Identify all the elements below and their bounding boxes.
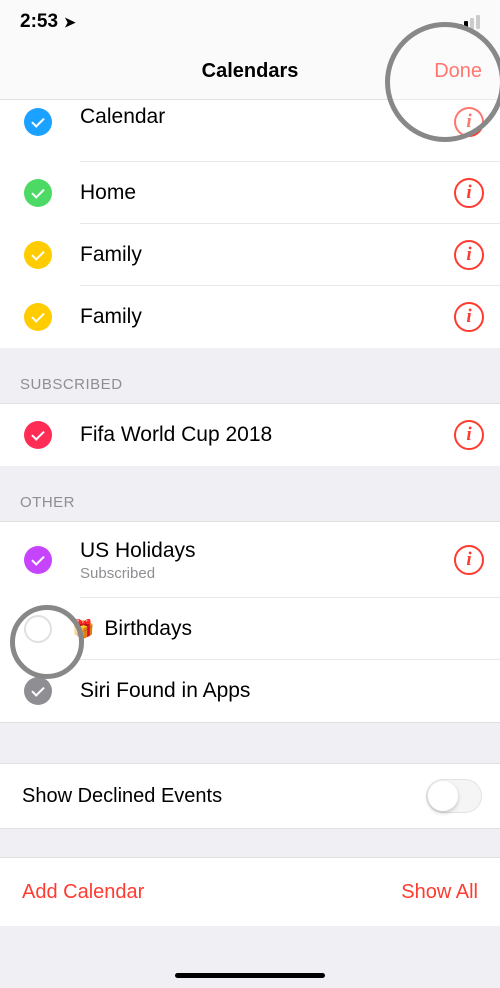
- nav-header: Calendars Done: [0, 44, 500, 100]
- spacer: [0, 722, 500, 764]
- info-icon[interactable]: i: [454, 302, 484, 332]
- calendar-label: Family: [80, 305, 454, 329]
- check-icon[interactable]: [24, 677, 52, 705]
- page-title: Calendars: [202, 60, 299, 83]
- info-icon[interactable]: i: [454, 420, 484, 450]
- spacer: [0, 828, 500, 858]
- footer-toolbar: Add Calendar Show All: [0, 858, 500, 926]
- calendar-row-family[interactable]: Family i: [0, 224, 500, 286]
- check-icon[interactable]: [24, 546, 52, 574]
- info-icon[interactable]: i: [454, 107, 484, 137]
- check-icon[interactable]: [24, 303, 52, 331]
- signal-icon: [458, 15, 480, 29]
- calendar-label: Family: [80, 243, 454, 267]
- toggle-declined[interactable]: [426, 779, 482, 813]
- section-header-subscribed: SUBSCRIBED: [0, 348, 500, 404]
- home-indicator[interactable]: [175, 973, 325, 978]
- calendar-sublabel: Subscribed: [80, 565, 454, 582]
- info-icon[interactable]: i: [454, 545, 484, 575]
- calendar-label: Birthdays: [104, 617, 484, 641]
- calendar-row-siri[interactable]: Siri Found in Apps: [0, 660, 500, 722]
- info-icon[interactable]: i: [454, 178, 484, 208]
- calendar-label: Calendar: [80, 105, 454, 129]
- calendar-label: Siri Found in Apps: [80, 679, 484, 703]
- add-calendar-button[interactable]: Add Calendar: [22, 881, 144, 904]
- done-button[interactable]: Done: [434, 60, 482, 83]
- calendar-row-birthdays[interactable]: 🎁 Birthdays: [0, 598, 500, 660]
- calendar-row-fifa[interactable]: Fifa World Cup 2018 i: [0, 404, 500, 466]
- section-header-other: OTHER: [0, 466, 500, 522]
- check-icon[interactable]: [24, 108, 52, 136]
- calendar-row-us-holidays[interactable]: US Holidays Subscribed i: [0, 522, 500, 598]
- info-icon[interactable]: i: [454, 240, 484, 270]
- show-declined-row[interactable]: Show Declined Events: [0, 764, 500, 828]
- gift-icon: 🎁: [72, 619, 94, 640]
- calendar-row-partial[interactable]: Calendar i: [0, 100, 500, 162]
- status-time: 2:53: [20, 11, 58, 33]
- calendar-label: Home: [80, 181, 454, 205]
- calendar-label: Fifa World Cup 2018: [80, 423, 454, 447]
- status-bar: 2:53 ➤: [0, 0, 500, 44]
- location-icon: ➤: [64, 14, 76, 31]
- check-icon[interactable]: [24, 241, 52, 269]
- calendar-label: US Holidays: [80, 539, 454, 563]
- option-label: Show Declined Events: [22, 785, 222, 808]
- calendar-row-home[interactable]: Home i: [0, 162, 500, 224]
- calendar-row-family-2[interactable]: Family i: [0, 286, 500, 348]
- show-all-button[interactable]: Show All: [401, 881, 478, 904]
- check-icon[interactable]: [24, 179, 52, 207]
- check-icon[interactable]: [24, 421, 52, 449]
- check-icon-empty[interactable]: [24, 615, 52, 643]
